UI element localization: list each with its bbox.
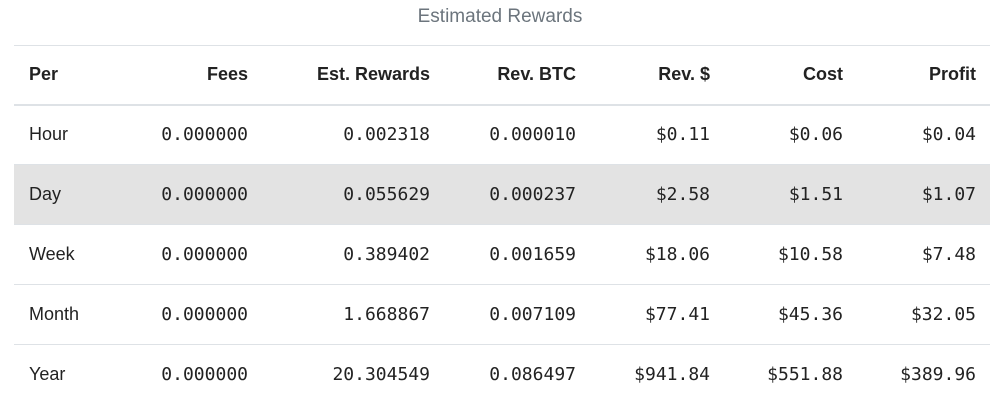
- cell-est-rewards: 0.055629: [343, 184, 430, 205]
- cell-rev-btc: 0.086497: [489, 364, 576, 386]
- cell-profit: $1.07: [921, 184, 976, 205]
- column-header-per: Per: [29, 64, 59, 85]
- cell-cost: $10.58: [777, 244, 843, 265]
- column-header-cost: Cost: [803, 64, 843, 85]
- cell-rev-usd: $0.11: [655, 124, 710, 146]
- cell-fees: 0.000000: [161, 184, 248, 205]
- cell-rev-usd: $18.06: [644, 244, 710, 265]
- column-header-profit: Profit: [929, 64, 976, 85]
- column-header-est-rewards: Est. Rewards: [316, 64, 430, 85]
- cell-cost: $551.88: [767, 364, 843, 386]
- cell-cost: $1.51: [788, 184, 843, 205]
- cell-per: Day: [29, 184, 62, 204]
- cell-est-rewards: 0.002318: [343, 124, 430, 146]
- cell-fees: 0.000000: [161, 244, 248, 265]
- cell-per: Hour: [29, 124, 69, 145]
- cell-rev-usd: $2.58: [655, 184, 710, 205]
- cell-profit: $7.48: [921, 244, 976, 265]
- cell-per: Week: [29, 244, 75, 264]
- cell-rev-btc: 0.007109: [489, 304, 576, 325]
- cell-rev-btc: 0.000010: [489, 124, 576, 146]
- cell-per: Year: [29, 364, 66, 385]
- table-row: Week 0.000000 0.389402 0.001659 $18.06 $…: [14, 225, 990, 285]
- cell-rev-btc: 0.000237: [489, 184, 576, 205]
- cell-fees: 0.000000: [161, 364, 248, 386]
- cell-fees: 0.000000: [161, 124, 248, 146]
- cell-profit: $32.05: [910, 304, 976, 325]
- cell-profit: $389.96: [900, 364, 976, 386]
- column-header-rev-usd: Rev. $: [658, 64, 710, 85]
- table-row: Hour 0.000000 0.002318 0.000010 $0.11 $0…: [14, 105, 990, 165]
- table-row: Month 0.000000 1.668867 0.007109 $77.41 …: [14, 285, 990, 345]
- column-header-rev-btc: Rev. BTC: [497, 64, 576, 85]
- cell-cost: $0.06: [788, 124, 843, 146]
- cell-fees: 0.000000: [161, 304, 248, 325]
- estimated-rewards-table: Per Fees Est. Rewards Rev. BTC Rev. $ Co…: [14, 45, 990, 405]
- cell-per: Month: [29, 304, 80, 324]
- table-caption: Estimated Rewards: [417, 6, 583, 27]
- header-row: Per Fees Est. Rewards Rev. BTC Rev. $ Co…: [14, 45, 990, 105]
- cell-est-rewards: 0.389402: [343, 244, 430, 265]
- cell-est-rewards: 1.668867: [343, 304, 430, 325]
- cell-rev-usd: $77.41: [644, 304, 710, 325]
- cell-est-rewards: 20.304549: [332, 364, 430, 386]
- cell-rev-usd: $941.84: [634, 364, 710, 386]
- table-row: Year 0.000000 20.304549 0.086497 $941.84…: [14, 345, 990, 405]
- cell-rev-btc: 0.001659: [489, 244, 576, 265]
- column-header-fees: Fees: [206, 64, 248, 85]
- table-row: Day 0.000000 0.055629 0.000237 $2.58 $1.…: [14, 164, 990, 225]
- cell-profit: $0.04: [921, 124, 976, 146]
- cell-cost: $45.36: [777, 304, 843, 325]
